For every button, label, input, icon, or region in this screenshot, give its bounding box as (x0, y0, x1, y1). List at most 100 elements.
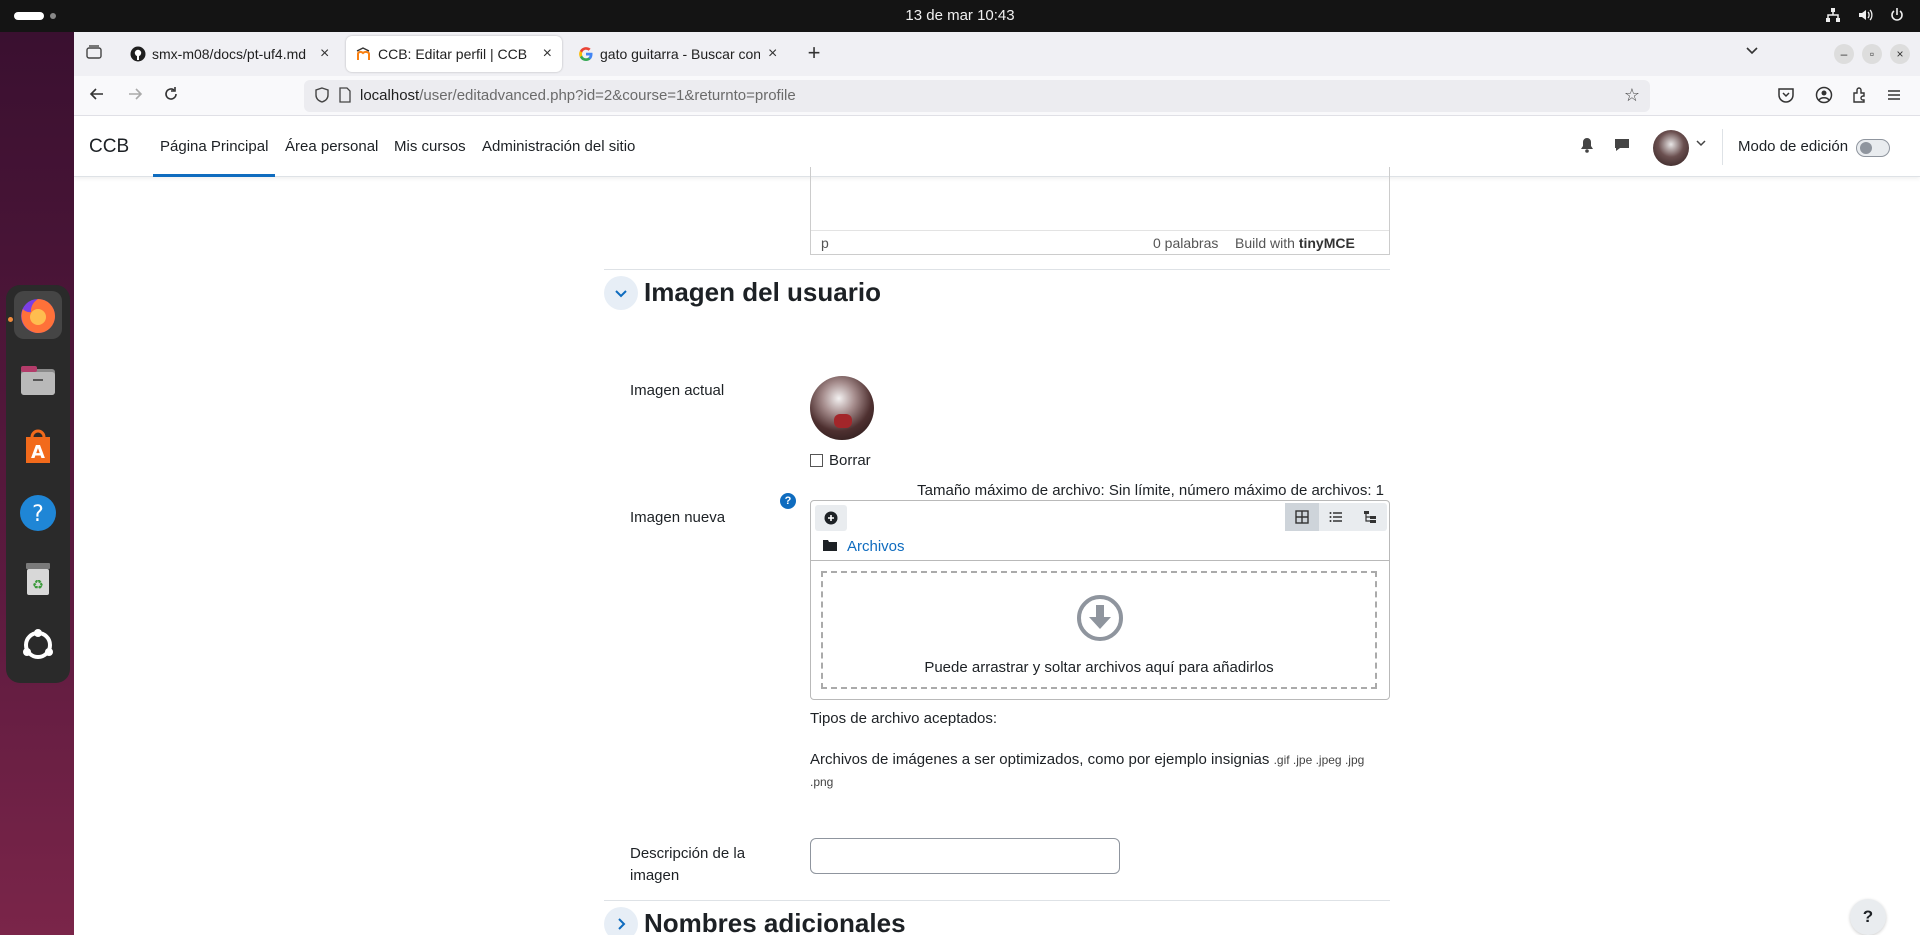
tab-title: gato guitarra - Buscar con Google (600, 46, 760, 62)
files-icon[interactable] (14, 357, 62, 405)
tab-editar-perfil[interactable]: CCB: Editar perfil | CCB × (346, 36, 562, 72)
dropzone-text: Puede arrastrar y soltar archivos aquí p… (924, 659, 1274, 676)
browser-window: smx-m08/docs/pt-uf4.md × CCB: Editar per… (74, 32, 1920, 935)
help-icon[interactable]: ? (14, 489, 62, 537)
file-dropzone[interactable]: Puede arrastrar y soltar archivos aquí p… (821, 571, 1377, 689)
firefox-icon[interactable] (14, 291, 62, 339)
site-brand[interactable]: CCB (89, 136, 129, 158)
moodle-icon (356, 46, 372, 62)
power-icon[interactable] (1888, 7, 1906, 25)
volume-icon[interactable] (1856, 7, 1874, 25)
edit-mode-label: Modo de edición (1738, 138, 1849, 155)
profile-form: p 0 palabras Build with tinyMCE Imagen d… (604, 167, 1390, 935)
editor-word-count[interactable]: 0 palabras (1153, 235, 1218, 251)
accepted-extensions-2: .png (810, 775, 834, 789)
tab-overview-icon[interactable] (86, 44, 106, 64)
system-clock[interactable]: 13 de mar 10:43 (0, 7, 1920, 24)
delete-picture-row[interactable]: Borrar (810, 452, 871, 469)
accepted-types-label: Tipos de archivo aceptados: (810, 710, 998, 727)
tab-bar: smx-m08/docs/pt-uf4.md × CCB: Editar per… (74, 32, 1920, 76)
editor-branding[interactable]: Build with tinyMCE (1235, 235, 1355, 251)
navigation-toolbar: localhost/user/editadvanced.php?id=2&cou… (74, 76, 1920, 116)
list-view-icon[interactable] (1319, 503, 1353, 531)
folder-icon (823, 539, 837, 554)
tinymce-logo: tinyMCE (1298, 235, 1355, 251)
bookmark-star-icon[interactable]: ☆ (1624, 85, 1640, 106)
add-file-button[interactable] (815, 505, 847, 531)
section-title-additional-names[interactable]: Nombres adicionales (644, 908, 906, 935)
tab-google[interactable]: gato guitarra - Buscar con Google × (568, 36, 788, 72)
current-picture-label: Imagen actual (630, 382, 725, 399)
ubuntu-apps-icon[interactable] (14, 621, 62, 669)
max-file-size-text: Tamaño máximo de archivo: Sin límite, nú… (917, 482, 1384, 499)
address-bar[interactable]: localhost/user/editadvanced.php?id=2&cou… (304, 80, 1650, 112)
pocket-icon[interactable] (1776, 86, 1796, 106)
help-icon[interactable]: ? (780, 493, 796, 509)
delete-label[interactable]: Borrar (829, 452, 871, 469)
close-window-button[interactable]: × (1890, 44, 1910, 64)
running-indicator (8, 317, 13, 322)
help-floating-button[interactable]: ? (1850, 899, 1886, 935)
image-description-label: Descripción de la imagen (630, 845, 746, 884)
section-title-user-picture[interactable]: Imagen del usuario (644, 277, 881, 308)
minimize-button[interactable]: – (1834, 44, 1854, 64)
grid-view-icon[interactable] (1285, 503, 1319, 531)
accepted-types-description: Archivos de imágenes a ser optimizados, … (810, 749, 1390, 793)
collapse-section-button[interactable] (604, 276, 638, 310)
tab-title: smx-m08/docs/pt-uf4.md (152, 46, 307, 62)
extensions-icon[interactable] (1850, 86, 1870, 106)
url-path: /user/editadvanced.php?id=2&course=1&ret… (419, 87, 796, 104)
svg-text:♻: ♻ (32, 578, 44, 593)
svg-text:A: A (31, 442, 45, 463)
description-editor[interactable]: p 0 palabras Build with tinyMCE (810, 167, 1390, 255)
nav-site-admin[interactable]: Administración del sitio (482, 138, 635, 155)
bell-icon[interactable] (1579, 137, 1595, 158)
accepted-types-text: Archivos de imágenes a ser optimizados, … (810, 751, 1270, 768)
view-switcher (1285, 503, 1387, 531)
editor-element-path[interactable]: p (821, 235, 829, 251)
file-picker-path: Archivos (811, 535, 1389, 561)
delete-checkbox[interactable] (810, 454, 823, 467)
built-with-text: Build with (1235, 235, 1295, 251)
account-icon[interactable] (1814, 86, 1834, 106)
chevron-down-icon[interactable] (1744, 42, 1760, 63)
back-arrow-icon[interactable] (86, 85, 108, 107)
chevron-down-icon[interactable] (1695, 137, 1707, 152)
tab-title: CCB: Editar perfil | CCB (378, 46, 528, 62)
nav-dashboard[interactable]: Área personal (285, 138, 378, 155)
current-picture (810, 376, 874, 440)
section-divider (604, 269, 1390, 270)
accepted-extensions: .gif .jpe .jpeg .jpg (1273, 753, 1365, 767)
reload-icon[interactable] (160, 85, 182, 107)
menu-icon[interactable] (1884, 86, 1904, 106)
editor-statusbar: p 0 palabras Build with tinyMCE (811, 230, 1389, 254)
image-description-input[interactable] (810, 838, 1120, 874)
page-icon[interactable] (338, 87, 352, 106)
forward-arrow-icon[interactable] (124, 85, 146, 107)
nav-my-courses[interactable]: Mis cursos (394, 138, 466, 155)
file-picker: Archivos Puede arrastrar y soltar archiv… (810, 500, 1390, 700)
shield-icon[interactable] (314, 87, 330, 107)
close-tab-icon[interactable]: × (543, 45, 552, 63)
new-tab-button[interactable]: + (800, 40, 828, 68)
close-tab-icon[interactable]: × (768, 45, 777, 63)
tree-view-icon[interactable] (1353, 503, 1387, 531)
google-icon (578, 46, 594, 62)
chat-icon[interactable] (1614, 137, 1630, 158)
divider (1722, 129, 1723, 165)
url-text[interactable]: localhost/user/editadvanced.php?id=2&cou… (360, 87, 796, 104)
tab-github[interactable]: smx-m08/docs/pt-uf4.md × (120, 36, 340, 72)
github-icon (130, 46, 146, 62)
folder-link-archivos[interactable]: Archivos (847, 538, 905, 555)
app-center-icon[interactable]: A (14, 423, 62, 471)
maximize-button[interactable]: ▫ (1862, 44, 1882, 64)
edit-mode-toggle[interactable] (1856, 139, 1890, 157)
avatar[interactable] (1653, 130, 1689, 166)
dock: A ? ♻ (6, 285, 70, 683)
expand-section-button[interactable] (604, 907, 638, 935)
trash-icon[interactable]: ♻ (14, 555, 62, 603)
nav-home[interactable]: Página Principal (153, 138, 276, 177)
close-tab-icon[interactable]: × (320, 45, 329, 63)
url-host: localhost (360, 87, 420, 104)
network-icon[interactable] (1824, 7, 1842, 25)
